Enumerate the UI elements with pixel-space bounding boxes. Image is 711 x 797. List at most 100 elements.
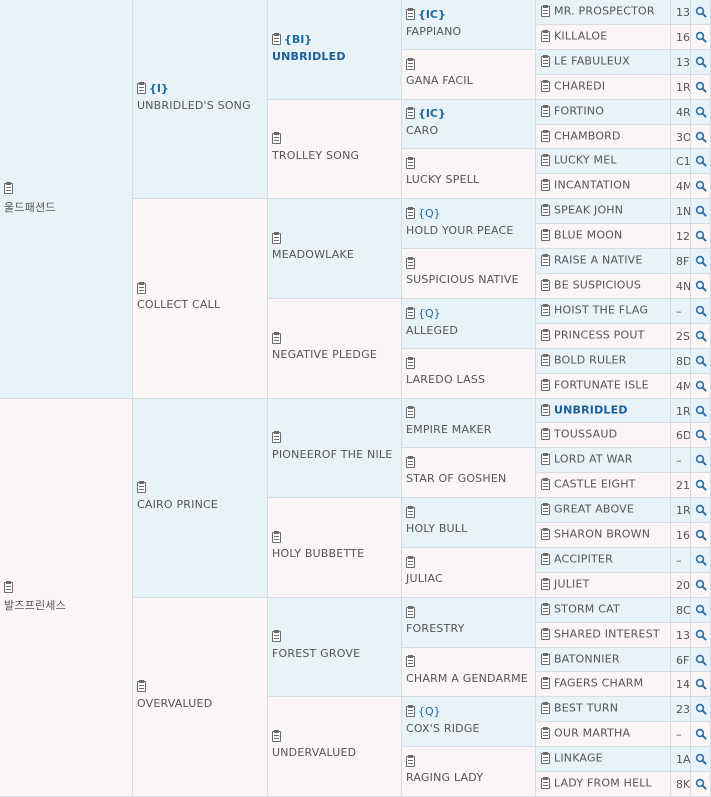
horse-name-link[interactable]: JULIET [554, 578, 590, 591]
magnifier-icon[interactable] [695, 305, 707, 317]
horse-name-link[interactable]: ACCIPITER [554, 553, 613, 566]
horse-name-link[interactable]: HOIST THE FLAG [554, 304, 648, 317]
magnifier-icon[interactable] [695, 31, 707, 43]
horse-name-link[interactable]: OVERVALUED [137, 697, 265, 710]
clipboard-icon[interactable] [406, 455, 415, 468]
horse-name-link[interactable]: HOLY BUBBETTE [272, 547, 399, 560]
clipboard-icon[interactable] [4, 580, 13, 593]
clipboard-icon[interactable] [541, 104, 550, 117]
horse-name-link[interactable]: BE SUSPICIOUS [554, 279, 641, 292]
magnifier-icon[interactable] [695, 230, 707, 242]
clipboard-icon[interactable] [541, 676, 550, 689]
clipboard-icon[interactable] [541, 502, 550, 515]
magnifier-icon[interactable] [695, 579, 707, 591]
horse-name-link[interactable]: HOLY BULL [406, 522, 533, 535]
clipboard-icon[interactable] [406, 7, 415, 20]
clipboard-icon[interactable] [541, 652, 550, 665]
clipboard-icon[interactable] [137, 82, 146, 94]
clipboard-icon[interactable] [541, 4, 550, 17]
clipboard-icon[interactable] [406, 306, 415, 319]
clipboard-icon[interactable] [137, 281, 146, 294]
clipboard-icon[interactable] [272, 530, 281, 543]
magnifier-icon[interactable] [695, 131, 707, 143]
magnifier-icon[interactable] [695, 405, 707, 417]
horse-name-link[interactable]: BEST TURN [554, 702, 618, 715]
horse-name-link[interactable]: CHARM A GENDARME [406, 672, 533, 685]
clipboard-icon[interactable] [4, 182, 13, 194]
horse-name-link[interactable]: INCANTATION [554, 179, 631, 192]
horse-name-link[interactable]: BATONNIER [554, 653, 620, 666]
clipboard-icon[interactable] [272, 32, 281, 45]
horse-name-link[interactable]: UNBRIDLED [272, 50, 399, 63]
magnifier-icon[interactable] [695, 6, 707, 18]
horse-name-link[interactable]: FOREST GROVE [272, 647, 399, 660]
horse-name-link[interactable]: RAISE A NATIVE [554, 254, 643, 267]
horse-name-link[interactable]: SPEAK JOHN [554, 204, 623, 217]
horse-name-link[interactable]: SHARED INTEREST [554, 628, 660, 641]
horse-name-link[interactable]: UNBRIDLED'S SONG [137, 99, 265, 112]
clipboard-icon[interactable] [406, 555, 415, 568]
magnifier-icon[interactable] [695, 355, 707, 367]
horse-name-link[interactable]: FORTUNATE ISLE [554, 379, 649, 392]
clipboard-icon[interactable] [541, 253, 550, 266]
horse-name-link[interactable]: UNDERVALUED [272, 746, 399, 759]
magnifier-icon[interactable] [695, 280, 707, 292]
clipboard-icon[interactable] [541, 378, 550, 391]
clipboard-icon[interactable] [406, 406, 415, 418]
clipboard-icon[interactable] [541, 577, 550, 590]
horse-name-link[interactable]: COX'S RIDGE [406, 722, 533, 735]
horse-name-link[interactable]: FAPPIANO [406, 25, 533, 38]
horse-name-link[interactable]: GANA FACIL [406, 74, 533, 87]
horse-name-link[interactable]: BOLD RULER [554, 354, 627, 367]
horse-name-link[interactable]: UNBRIDLED [554, 404, 628, 417]
clipboard-icon[interactable] [272, 132, 281, 144]
clipboard-icon[interactable] [272, 630, 281, 642]
clipboard-icon[interactable] [541, 54, 550, 67]
clipboard-icon[interactable] [272, 729, 281, 742]
horse-name-link[interactable]: PRINCESS POUT [554, 329, 645, 342]
clipboard-icon[interactable] [541, 129, 550, 142]
clipboard-icon[interactable] [406, 107, 415, 119]
clipboard-icon[interactable] [541, 203, 550, 216]
clipboard-icon[interactable] [541, 627, 550, 640]
clipboard-icon[interactable] [541, 726, 550, 739]
magnifier-icon[interactable] [695, 155, 707, 167]
clipboard-icon[interactable] [541, 751, 550, 764]
clipboard-icon[interactable] [137, 481, 146, 493]
horse-name-link[interactable]: JULIAC [406, 572, 533, 585]
horse-name-link[interactable]: RAGING LADY [406, 771, 533, 784]
clipboard-icon[interactable] [541, 228, 550, 241]
magnifier-icon[interactable] [695, 753, 707, 765]
magnifier-icon[interactable] [695, 429, 707, 441]
clipboard-icon[interactable] [541, 602, 550, 615]
magnifier-icon[interactable] [695, 604, 707, 616]
horse-name-link[interactable]: STAR OF GOSHEN [406, 472, 533, 485]
magnifier-icon[interactable] [695, 330, 707, 342]
clipboard-icon[interactable] [406, 256, 415, 269]
horse-name-link[interactable]: SUSPICIOUS NATIVE [406, 273, 533, 286]
horse-name-link[interactable]: KILLALOE [554, 30, 607, 43]
clipboard-icon[interactable] [541, 303, 550, 316]
horse-name-link[interactable]: CHAREDI [554, 80, 605, 93]
horse-name-link[interactable]: LUCKY MEL [554, 154, 617, 167]
magnifier-icon[interactable] [695, 504, 707, 516]
horse-name-link[interactable]: COLLECT CALL [137, 298, 265, 311]
magnifier-icon[interactable] [695, 180, 707, 192]
magnifier-icon[interactable] [695, 703, 707, 715]
clipboard-icon[interactable] [406, 754, 415, 767]
clipboard-icon[interactable] [406, 57, 415, 70]
clipboard-icon[interactable] [541, 776, 550, 789]
horse-name-link[interactable]: NEGATIVE PLEDGE [272, 348, 399, 361]
clipboard-icon[interactable] [406, 655, 415, 667]
horse-name-link[interactable]: GREAT ABOVE [554, 503, 634, 516]
clipboard-icon[interactable] [541, 278, 550, 291]
clipboard-icon[interactable] [541, 552, 550, 565]
magnifier-icon[interactable] [695, 728, 707, 740]
horse-name-link[interactable]: LUCKY SPELL [406, 173, 533, 186]
clipboard-icon[interactable] [541, 353, 550, 366]
magnifier-icon[interactable] [695, 654, 707, 666]
clipboard-icon[interactable] [541, 153, 550, 166]
magnifier-icon[interactable] [695, 454, 707, 466]
horse-name-link[interactable]: OUR MARTHA [554, 727, 630, 740]
horse-name-link[interactable]: SHARON BROWN [554, 528, 650, 541]
